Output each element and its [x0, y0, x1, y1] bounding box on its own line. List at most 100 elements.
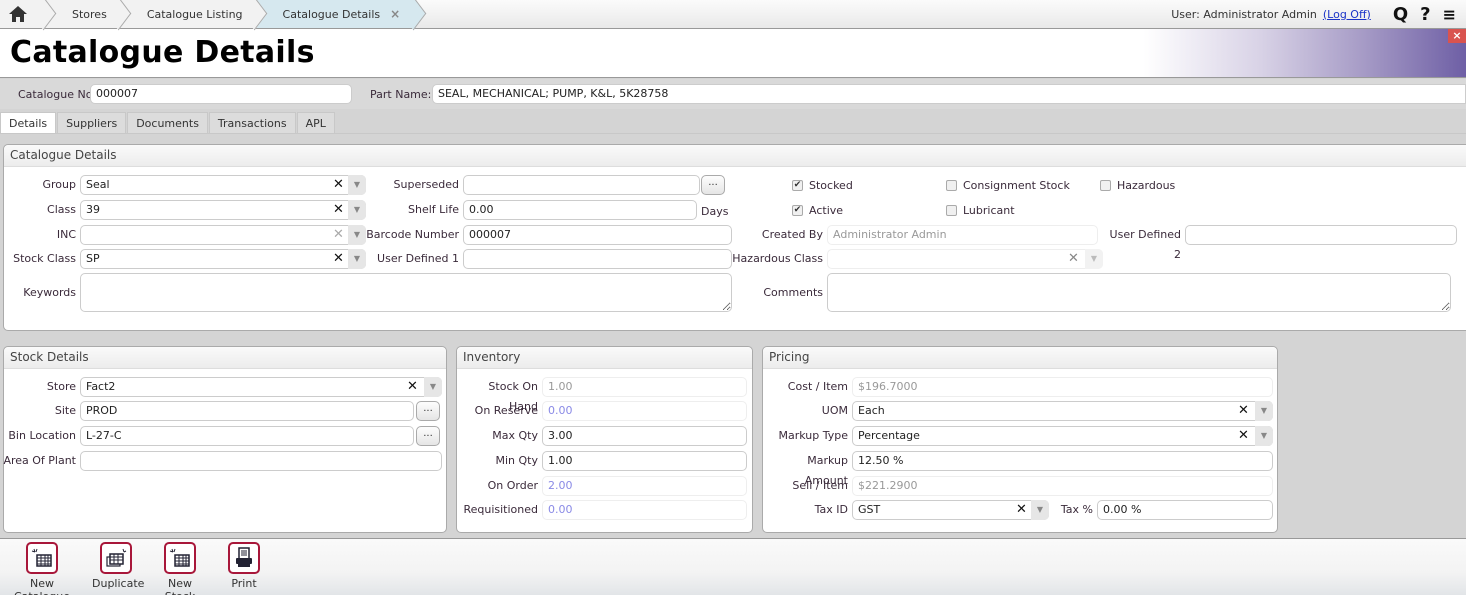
breadcrumb-label: Catalogue Details — [282, 7, 381, 21]
lubricant-checkbox[interactable] — [946, 205, 957, 216]
inc-label: INC — [56, 228, 76, 241]
markup-amount-field[interactable]: 12.50 % — [852, 451, 1273, 471]
markup-type-select[interactable]: Percentage — [852, 426, 1273, 446]
breadcrumb-stores[interactable]: Stores — [46, 0, 121, 28]
header-row: Catalogue No 000007 Part Name: SEAL, MEC… — [0, 79, 1466, 109]
hazardous-checkbox[interactable] — [1100, 180, 1111, 191]
on-reserve-value[interactable]: 0.00 — [542, 401, 747, 421]
tab-apl[interactable]: APL — [296, 112, 335, 134]
new-stock-button[interactable]: New Stock — [154, 542, 206, 595]
stocked-label: Stocked — [809, 179, 853, 192]
stock-on-hand-value: 1.00 — [542, 377, 747, 397]
clear-icon[interactable]: ✕ — [333, 226, 344, 244]
search-icon[interactable]: Q — [1393, 4, 1408, 25]
clear-icon[interactable]: ✕ — [333, 250, 344, 268]
consignment-stock-checkbox[interactable] — [946, 180, 957, 191]
keywords-textarea[interactable] — [80, 273, 732, 312]
class-select[interactable]: 39 — [80, 200, 366, 220]
barcode-field[interactable]: 000007 — [463, 225, 732, 245]
uom-select[interactable]: Each — [852, 401, 1273, 421]
tab-details[interactable]: Details — [0, 112, 57, 134]
user-label: User: Administrator Admin — [1171, 7, 1317, 21]
chevron-down-icon[interactable]: ▼ — [1031, 500, 1049, 520]
bin-location-lookup-button[interactable]: ... — [416, 426, 440, 446]
clear-icon[interactable]: ✕ — [407, 378, 418, 396]
breadcrumb-home[interactable] — [0, 0, 46, 28]
bin-location-field[interactable]: L-27-C — [80, 426, 414, 446]
catalogue-no-field[interactable]: 000007 — [90, 84, 352, 104]
clear-icon[interactable]: ✕ — [1016, 501, 1027, 519]
panel-title: Pricing — [763, 347, 1277, 369]
active-checkbox[interactable]: ✔ — [792, 205, 803, 216]
stocked-checkbox[interactable]: ✔ — [792, 180, 803, 191]
markup-type-label: Markup Type — [778, 429, 848, 442]
close-tab-icon[interactable]: × — [390, 7, 400, 21]
inc-select[interactable] — [80, 225, 366, 245]
chevron-down-icon[interactable]: ▼ — [1255, 426, 1273, 446]
tab-suppliers[interactable]: Suppliers — [57, 112, 127, 134]
stock-class-label: Stock Class — [13, 252, 76, 265]
area-of-plant-field[interactable] — [80, 451, 442, 471]
panel-title: Inventory — [457, 347, 752, 369]
superseded-field[interactable] — [463, 175, 700, 195]
bottom-toolbar: New Catalogue Duplicate New Stock Print — [0, 538, 1466, 595]
clear-icon[interactable]: ✕ — [333, 176, 344, 194]
hazardous-class-label: Hazardous Class — [732, 252, 823, 265]
site-label: Site — [54, 404, 76, 417]
clear-icon[interactable]: ✕ — [1238, 427, 1249, 445]
sell-item-value: $221.2900 — [852, 476, 1273, 496]
menu-icon[interactable]: ≡ — [1443, 5, 1456, 24]
clear-icon[interactable]: ✕ — [1238, 402, 1249, 420]
max-qty-field[interactable]: 3.00 — [542, 426, 747, 446]
store-select[interactable]: Fact2 — [80, 377, 442, 397]
superseded-lookup-button[interactable]: ... — [701, 175, 725, 195]
min-qty-field[interactable]: 1.00 — [542, 451, 747, 471]
consignment-stock-label: Consignment Stock — [963, 179, 1070, 192]
shelf-life-label: Shelf Life — [408, 203, 459, 216]
duplicate-icon — [100, 542, 132, 574]
tax-percent-field[interactable]: 0.00 % — [1097, 500, 1273, 520]
clear-icon[interactable]: ✕ — [333, 201, 344, 219]
user-box: User: Administrator Admin (Log Off) Q ? … — [1171, 0, 1456, 28]
on-order-label: On Order — [487, 479, 538, 492]
chevron-down-icon[interactable]: ▼ — [424, 377, 442, 397]
breadcrumb-catalogue-details[interactable]: Catalogue Details × — [256, 0, 417, 28]
tab-divider — [0, 133, 1466, 134]
tab-transactions[interactable]: Transactions — [208, 112, 296, 134]
help-icon[interactable]: ? — [1420, 4, 1430, 25]
user-defined-1-field[interactable] — [463, 249, 732, 269]
new-stock-label: New Stock — [165, 577, 195, 595]
catalogue-no-label: Catalogue No — [18, 88, 93, 101]
print-label: Print — [231, 577, 257, 590]
comments-textarea[interactable] — [827, 273, 1451, 312]
stock-class-select[interactable]: SP — [80, 249, 366, 269]
site-field[interactable]: PROD — [80, 401, 414, 421]
requisitioned-label: Requisitioned — [463, 503, 538, 516]
breadcrumb-label: Stores — [72, 7, 107, 21]
part-name-field[interactable]: SEAL, MECHANICAL; PUMP, K&L, 5K28758 — [432, 84, 1466, 104]
duplicate-button[interactable]: Duplicate — [92, 542, 144, 590]
group-select[interactable]: Seal — [80, 175, 366, 195]
tax-percent-label: Tax % — [1060, 503, 1093, 516]
tab-bar: Details Suppliers Documents Transactions… — [0, 112, 336, 134]
area-of-plant-label: Area Of Plant — [3, 454, 76, 467]
on-order-value[interactable]: 2.00 — [542, 476, 747, 496]
close-page-icon[interactable]: × — [1448, 29, 1466, 43]
new-catalogue-label: New Catalogue — [14, 577, 70, 595]
chevron-down-icon[interactable]: ▼ — [1255, 401, 1273, 421]
breadcrumb-catalogue-listing[interactable]: Catalogue Listing — [120, 0, 257, 28]
barcode-label: Barcode Number — [366, 228, 459, 241]
log-off-link[interactable]: (Log Off) — [1323, 8, 1371, 21]
site-lookup-button[interactable]: ... — [416, 401, 440, 421]
tab-documents[interactable]: Documents — [127, 112, 208, 134]
home-icon — [9, 6, 27, 22]
hazardous-class-select[interactable] — [827, 249, 1103, 269]
clear-icon[interactable]: ✕ — [1068, 250, 1079, 268]
print-button[interactable]: Print — [226, 542, 262, 590]
shelf-life-field[interactable]: 0.00 — [463, 200, 697, 220]
print-icon — [228, 542, 260, 574]
requisitioned-value[interactable]: 0.00 — [542, 500, 747, 520]
user-defined-2-field[interactable] — [1185, 225, 1457, 245]
chevron-down-icon[interactable]: ▼ — [1085, 249, 1103, 269]
new-catalogue-button[interactable]: New Catalogue — [6, 542, 78, 595]
